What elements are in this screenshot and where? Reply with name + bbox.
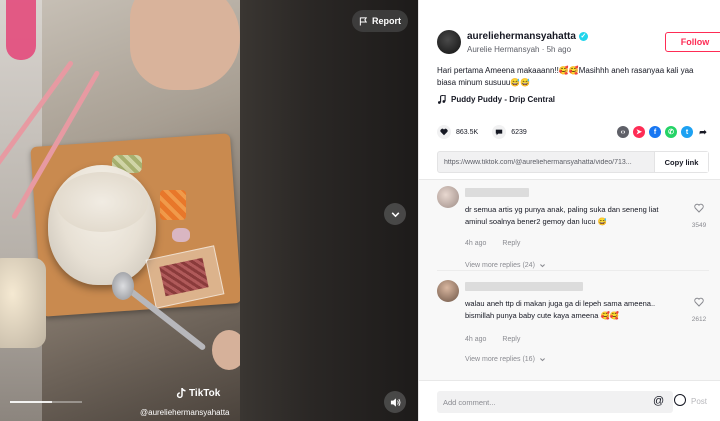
chevron-down-icon — [391, 211, 399, 217]
comment-item: walau aneh ttp di makan juga ga di lepeh… — [437, 280, 709, 380]
spoon-head — [112, 272, 134, 300]
facebook-icon[interactable]: f — [649, 126, 661, 138]
author-nickname: Aurelie Hermansyah · 5h ago — [467, 45, 571, 54]
jar — [0, 258, 46, 348]
comment-icon — [492, 125, 507, 139]
comment-input[interactable]: Add comment... @ — [437, 391, 686, 413]
author-username-text: aureliehermansyahatta — [467, 31, 576, 42]
music-title: Puddy Puddy - Drip Central — [451, 95, 556, 104]
like-stat[interactable]: 863.5K — [437, 125, 478, 139]
emoji-icon[interactable] — [674, 394, 686, 406]
comment-time: 4h ago — [465, 336, 487, 343]
comment-stat[interactable]: 6239 — [492, 125, 527, 139]
commenter-name-redacted — [465, 188, 529, 197]
comment-like-button[interactable]: 2612 — [689, 294, 709, 323]
hand-bottom — [212, 330, 240, 370]
chevron-down-icon — [539, 264, 545, 268]
mention-icon[interactable]: @ — [653, 395, 664, 407]
whatsapp-icon[interactable]: ✆ — [665, 126, 677, 138]
share-icon[interactable]: ➦ — [697, 126, 709, 138]
chopped-carrot — [160, 190, 186, 220]
video-caption: Hari pertama Ameena makaaann!!🥰🥰Masihhh … — [437, 66, 694, 87]
view-more-replies[interactable]: View more replies (24) — [465, 262, 546, 269]
tiktok-logo-icon — [176, 388, 186, 399]
share-link[interactable]: https://www.tiktok.com/@aureliehermansya… — [438, 159, 654, 166]
view-more-replies-label: View more replies (16) — [465, 356, 535, 363]
volume-button[interactable] — [384, 391, 406, 413]
comment-time: 4h ago — [465, 240, 487, 247]
flag-icon — [359, 16, 368, 26]
post-time: 5h ago — [546, 45, 572, 54]
heart-outline-icon — [694, 297, 704, 307]
embed-icon[interactable]: ‹› — [617, 126, 629, 138]
video-progress-track[interactable] — [52, 401, 82, 403]
share-buttons: ‹› ➤ f ✆ t ➦ — [617, 126, 709, 138]
share-link-box: https://www.tiktok.com/@aureliehermansya… — [437, 151, 709, 173]
author-info: aureliehermansyahatta ✓ Aurelie Hermansy… — [437, 30, 720, 58]
copy-link-button[interactable]: Copy link — [654, 152, 708, 172]
details-panel: aureliehermansyahatta ✓ Aurelie Hermansy… — [418, 0, 720, 421]
commenter-name-redacted — [465, 282, 583, 291]
verified-badge-icon: ✓ — [578, 32, 588, 41]
author-username[interactable]: aureliehermansyahatta ✓ — [467, 31, 588, 42]
engagement-row: 863.5K 6239 ‹› ➤ f ✆ t ➦ — [437, 124, 709, 140]
video-player[interactable]: Report TikTok @aureliehermansyahatta — [0, 0, 418, 421]
post-button[interactable]: Post — [691, 397, 707, 406]
tiktok-watermark: TikTok — [176, 388, 220, 399]
pink-object — [6, 0, 36, 60]
twitter-icon[interactable]: t — [681, 126, 693, 138]
author-nickname-text: Aurelie Hermansyah — [467, 45, 540, 54]
commenter-avatar[interactable] — [437, 280, 459, 302]
comment-item: dr semua artis yg punya anak, paling suk… — [437, 186, 709, 286]
send-icon[interactable]: ➤ — [633, 126, 645, 138]
watermark-username: @aureliehermansyahatta — [140, 408, 230, 417]
report-label: Report — [372, 16, 401, 26]
commenter-avatar[interactable] — [437, 186, 459, 208]
video-progress-bar[interactable] — [10, 401, 52, 403]
comment-composer: Add comment... @ Post — [419, 380, 720, 421]
music-note-icon — [437, 95, 446, 104]
porridge — [56, 172, 148, 232]
view-more-replies-label: View more replies (24) — [465, 262, 535, 269]
report-button[interactable]: Report — [352, 10, 408, 32]
author-avatar[interactable] — [437, 30, 461, 54]
chevron-down-icon — [539, 358, 545, 362]
comment-like-count: 3549 — [691, 222, 707, 229]
comment-like-button[interactable]: 3549 — [689, 200, 709, 229]
comment-text: walau aneh ttp di makan juga ga di lepeh… — [465, 299, 656, 320]
comment-list[interactable]: dr semua artis yg punya anak, paling suk… — [419, 180, 720, 380]
comment-meta: 4h ago Reply — [465, 240, 520, 247]
video-frame — [0, 0, 240, 421]
hand — [130, 0, 240, 90]
comment-count: 6239 — [511, 128, 527, 136]
comment-divider — [437, 270, 709, 271]
comment-placeholder: Add comment... — [443, 397, 496, 407]
music-link[interactable]: Puddy Puddy - Drip Central — [437, 95, 555, 104]
comment-text: dr semua artis yg punya anak, paling suk… — [465, 205, 659, 226]
follow-button[interactable]: Follow — [665, 32, 720, 52]
heart-icon — [437, 125, 451, 139]
shallot — [172, 228, 190, 242]
watermark-brand: TikTok — [189, 388, 221, 399]
comment-meta: 4h ago Reply — [465, 336, 520, 343]
volume-icon — [390, 397, 400, 407]
next-video-button[interactable] — [384, 203, 406, 225]
reply-button[interactable]: Reply — [502, 240, 520, 247]
reply-button[interactable]: Reply — [502, 336, 520, 343]
comment-like-count: 2612 — [691, 316, 707, 323]
heart-outline-icon — [694, 203, 704, 213]
like-count: 863.5K — [456, 128, 479, 136]
view-more-replies[interactable]: View more replies (16) — [465, 356, 546, 363]
